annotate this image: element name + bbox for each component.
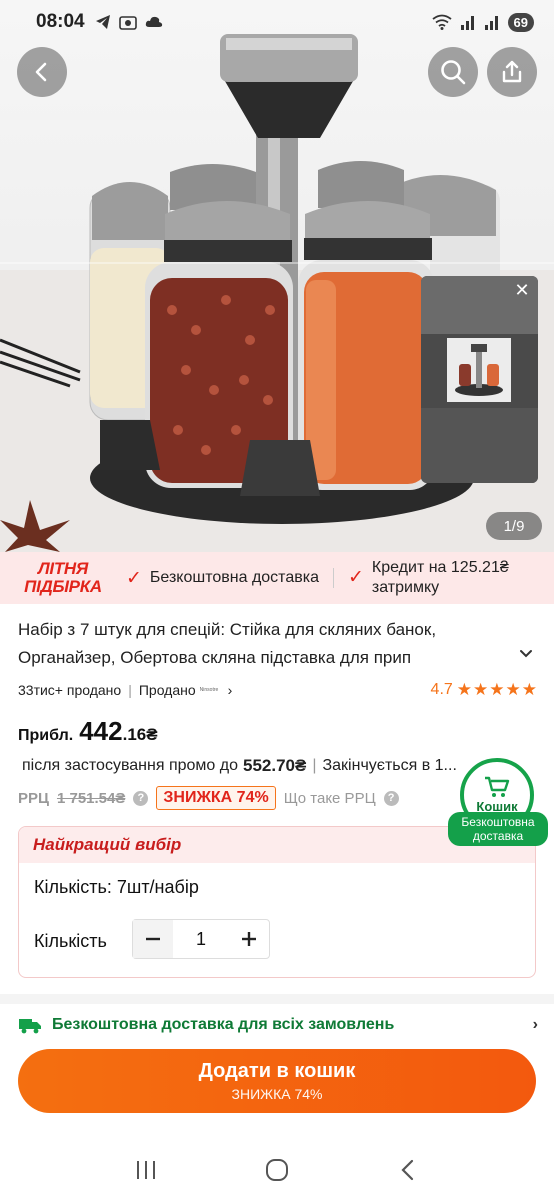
promo-divider xyxy=(332,568,334,588)
product-title[interactable]: Набір з 7 штук для спецій: Стійка для ск… xyxy=(18,616,512,672)
cart-free-delivery: Безкоштовна доставка xyxy=(448,812,548,846)
product-page: ✕ 1/9 08:04 69 ЛІТНЯ ПІДБІРКА ✓ Безкошто… xyxy=(0,0,554,1200)
battery-indicator: 69 xyxy=(507,12,534,32)
credit-item: ✓ Кредит на 125.21₴ затримку xyxy=(348,558,542,598)
minus-icon xyxy=(146,937,160,941)
check-icon: ✓ xyxy=(126,567,142,589)
summer-line-1: ЛІТНЯ xyxy=(38,559,88,578)
back-button[interactable] xyxy=(17,47,67,97)
rrp-row: РРЦ 1 751.54₴ ? ЗНИЖКА 74% Що таке РРЦ ? xyxy=(18,785,399,811)
home-button[interactable] xyxy=(257,1150,297,1190)
home-icon xyxy=(265,1159,288,1181)
video-frame-bottom xyxy=(421,408,538,483)
product-image-carousel[interactable]: ✕ 1/9 xyxy=(0,0,554,552)
camera-icon xyxy=(118,16,137,30)
share-button[interactable] xyxy=(487,47,537,97)
recent-apps-icon xyxy=(136,1161,155,1179)
variant-selector[interactable]: Кількість: 7шт/набір xyxy=(34,877,199,898)
sold-count: 33тис+ продано xyxy=(18,682,122,698)
rrp-label: РРЦ xyxy=(18,789,49,807)
price-row: Прибл. 442 .16₴ xyxy=(18,716,158,747)
promo-label: після застосування промо до xyxy=(22,757,238,774)
discount-badge: ЗНИЖКА 74% xyxy=(156,786,276,810)
credit-text: Кредит на 125.21₴ затримку xyxy=(371,559,509,596)
add-to-cart-discount: ЗНИЖКА 74% xyxy=(231,1086,323,1102)
question-icon[interactable]: ? xyxy=(133,790,149,806)
price-approx-label: Прибл. xyxy=(18,727,74,744)
system-icons: 69 xyxy=(431,12,534,32)
video-thumbnail xyxy=(447,338,511,402)
search-button[interactable] xyxy=(428,47,478,97)
wifi-icon xyxy=(431,14,452,30)
what-is-rrp-link[interactable]: Що таке РРЦ xyxy=(284,790,376,807)
promo-strip[interactable]: ЛІТНЯ ПІДБІРКА ✓ Безкоштовна доставка ✓ … xyxy=(0,552,554,604)
separator: | xyxy=(312,757,317,774)
chevron-left-icon xyxy=(35,62,47,82)
cart-icon xyxy=(485,776,510,797)
back-icon xyxy=(401,1159,414,1181)
section-divider xyxy=(0,994,554,1004)
rating-value: 4.7 xyxy=(430,681,453,698)
image-counter: 1/9 xyxy=(486,512,542,540)
plus-icon xyxy=(242,932,256,946)
chevron-right-icon: › xyxy=(532,1016,538,1033)
summer-line-2: ПІДБІРКА xyxy=(24,577,102,596)
free-delivery-item: ✓ Безкоштовна доставка xyxy=(126,567,319,590)
status-time: 08:04 xyxy=(36,11,85,32)
store-logo[interactable]: Ninsotre xyxy=(200,683,226,697)
shipping-info-row[interactable]: Безкоштовна доставка для всіх замовлень … xyxy=(18,1012,538,1038)
signal-icon-2 xyxy=(484,16,498,30)
add-to-cart-button[interactable]: Додати в кошик ЗНИЖКА 74% xyxy=(18,1049,536,1113)
mini-video-player[interactable]: ✕ xyxy=(421,276,538,483)
system-back-button[interactable] xyxy=(388,1150,428,1190)
cloud-icon xyxy=(145,16,162,27)
quantity-stepper[interactable]: 1 xyxy=(132,919,270,959)
telegram-icon xyxy=(95,15,110,29)
promo-ends-label: Закінчується в 1... xyxy=(322,757,457,774)
check-icon: ✓ xyxy=(347,567,364,588)
summer-collection-badge: ЛІТНЯ ПІДБІРКА xyxy=(0,560,126,596)
chevron-right-icon[interactable]: › xyxy=(228,682,233,698)
floating-cart-button[interactable]: Кошик Безкоштовна доставка xyxy=(448,758,548,846)
question-icon[interactable]: ? xyxy=(383,790,399,806)
recent-apps-button[interactable] xyxy=(126,1150,166,1190)
chevron-down-icon[interactable] xyxy=(518,646,534,662)
add-to-cart-label: Додати в кошик xyxy=(198,1060,356,1082)
promo-price: 552.70₴ xyxy=(242,756,307,775)
rating[interactable]: 4.7 ★★★★★ xyxy=(431,680,538,700)
sold-row: 33тис+ продано | Продано Ninsotre › 4.7 … xyxy=(18,679,538,701)
sold-by-label[interactable]: Продано xyxy=(139,682,196,698)
notification-icons xyxy=(95,14,163,30)
star-icons: ★★★★★ xyxy=(456,680,538,699)
decrement-button[interactable] xyxy=(133,920,173,958)
separator: | xyxy=(128,682,132,698)
share-icon xyxy=(502,60,522,83)
signal-icon xyxy=(460,16,474,30)
system-nav-bar xyxy=(0,1140,554,1200)
increment-button[interactable] xyxy=(229,920,269,958)
quantity-value[interactable]: 1 xyxy=(173,929,229,950)
status-bar: 08:04 69 xyxy=(0,0,554,44)
quantity-label: Кількість xyxy=(34,931,107,951)
video-thumbnail-image xyxy=(455,344,503,396)
price-main: 442 xyxy=(79,716,123,746)
close-icon[interactable]: ✕ xyxy=(510,278,534,302)
rrp-old-price: 1 751.54₴ xyxy=(56,789,126,807)
price-decimals: .16₴ xyxy=(122,725,158,744)
search-icon xyxy=(441,60,466,85)
free-delivery-text: Безкоштовна доставка xyxy=(149,569,319,586)
best-choice-box: Найкращий вибір Кількість: 7шт/набір Кіл… xyxy=(18,826,536,978)
truck-icon xyxy=(19,1019,41,1034)
shipping-text: Безкоштовна доставка для всіх замовлень xyxy=(52,1016,395,1033)
